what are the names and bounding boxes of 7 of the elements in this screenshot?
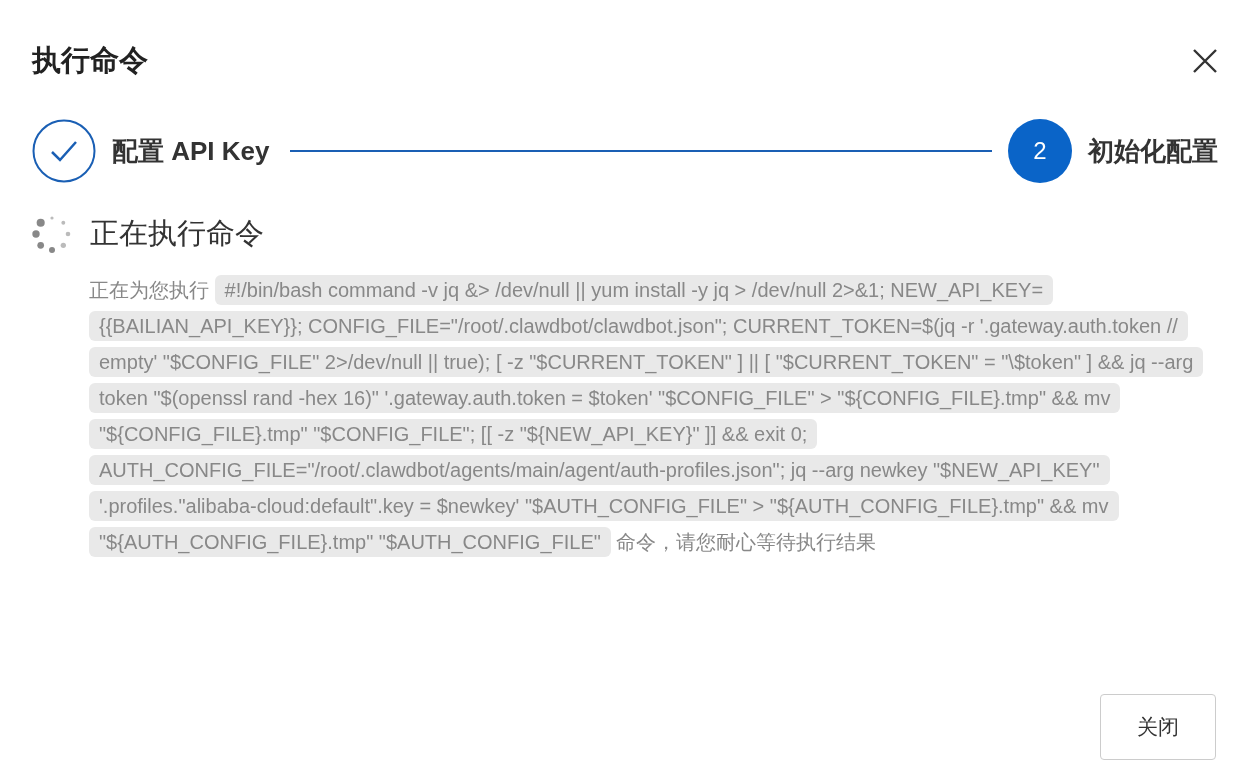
- close-icon[interactable]: [1192, 48, 1218, 74]
- step-label: 初始化配置: [1088, 134, 1218, 168]
- step-number: 2: [1008, 119, 1072, 183]
- progress-heading: 正在执行命令: [90, 216, 264, 251]
- dialog-title: 执行命令: [32, 43, 148, 78]
- step-label: 配置 API Key: [112, 134, 270, 168]
- close-button[interactable]: 关闭: [1100, 694, 1216, 760]
